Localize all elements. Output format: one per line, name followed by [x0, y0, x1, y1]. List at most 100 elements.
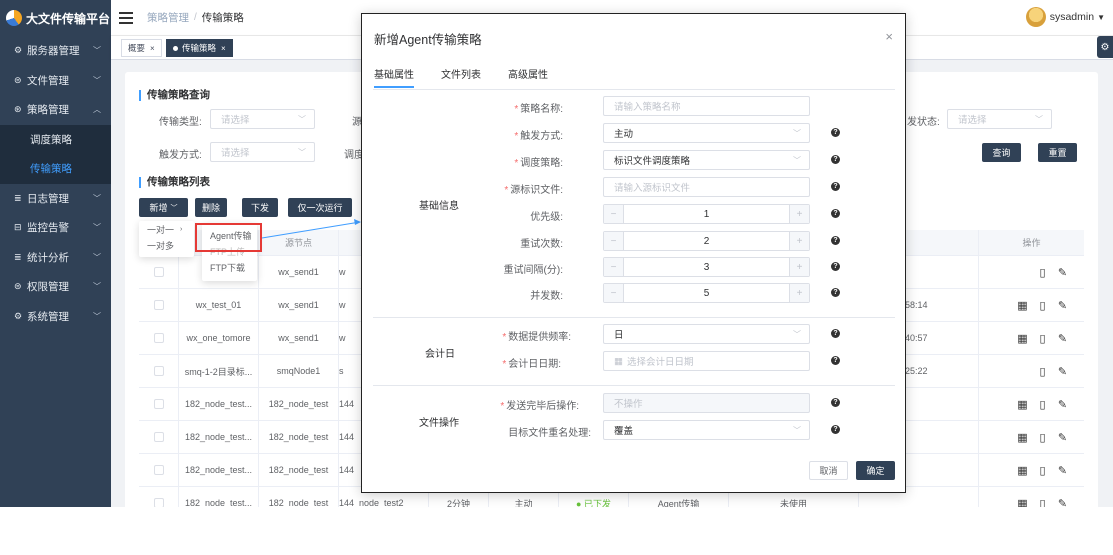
sidebar-item-stats[interactable]: ≣ 统计分析 ﹀ — [0, 243, 111, 273]
priority-stepper[interactable]: −1 + — [603, 204, 810, 224]
row-checkbox[interactable] — [153, 432, 164, 442]
help-icon[interactable]: ? — [831, 425, 840, 434]
app-logo[interactable]: 大文件传输平台 — [0, 0, 111, 36]
sidebar-item-schedule-policy[interactable]: 调度策略 — [0, 124, 111, 154]
rename-select[interactable]: 覆盖 ﹀ — [603, 420, 810, 440]
help-icon[interactable]: ? — [831, 236, 840, 245]
query-button[interactable]: 查询 — [982, 143, 1021, 162]
tab-file-list[interactable]: 文件列表 — [441, 66, 481, 88]
chevron-down-icon: ﹀ — [298, 115, 306, 124]
close-icon[interactable]: × — [885, 29, 893, 44]
user-menu[interactable]: sysadmin ▼ — [1025, 7, 1105, 27]
tag-overview[interactable]: 概要 × — [121, 39, 162, 57]
copy-icon[interactable]: ▯ — [1037, 398, 1048, 411]
sidebar-item-permission[interactable]: ⊜ 权限管理 ﹀ — [0, 272, 111, 302]
tag-transfer-policy[interactable]: 传输策略 × — [166, 39, 233, 57]
account-date-picker[interactable]: ▦ 选择会计日日期 — [603, 351, 810, 371]
minus-icon[interactable]: − — [604, 284, 624, 302]
calendar-icon[interactable]: ▦ — [1017, 332, 1028, 345]
dispatch-button[interactable]: 下发 — [242, 198, 278, 217]
help-icon[interactable]: ? — [831, 329, 840, 338]
edit-icon[interactable]: ✎ — [1057, 464, 1068, 477]
add-button[interactable]: 新增 ﹀ — [139, 198, 188, 217]
settings-gear-icon[interactable]: ⚙ — [1097, 36, 1113, 58]
concurrency-stepper[interactable]: −5 + — [603, 283, 810, 303]
hamburger-icon[interactable] — [119, 11, 133, 24]
retry-count-stepper[interactable]: −2 + — [603, 231, 810, 251]
copy-icon[interactable]: ▯ — [1037, 332, 1048, 345]
close-icon[interactable]: × — [150, 44, 155, 53]
sidebar-item-policy[interactable]: ⊛ 策略管理 ︿ — [0, 95, 111, 125]
copy-icon[interactable]: ▯ — [1037, 299, 1048, 312]
trigger-select[interactable]: 主动 ﹀ — [603, 123, 810, 143]
breadcrumb-parent[interactable]: 策略管理 — [147, 10, 189, 25]
help-icon[interactable]: ? — [831, 288, 840, 297]
help-icon[interactable]: ? — [831, 356, 840, 365]
reset-button[interactable]: 重置 — [1038, 143, 1077, 162]
delete-button[interactable]: 删除 — [195, 198, 227, 217]
help-icon[interactable]: ? — [831, 209, 840, 218]
copy-icon[interactable]: ▯ — [1037, 365, 1048, 378]
sidebar-item-transfer-policy[interactable]: 传输策略 — [0, 154, 111, 184]
sidebar-item-server[interactable]: ⚙ 服务器管理 ﹀ — [0, 36, 111, 66]
copy-icon[interactable]: ▯ — [1037, 266, 1048, 279]
edit-icon[interactable]: ✎ — [1057, 299, 1068, 312]
calendar-icon[interactable]: ▦ — [1017, 497, 1028, 508]
plus-icon[interactable]: + — [789, 232, 809, 250]
edit-icon[interactable]: ✎ — [1057, 398, 1068, 411]
minus-icon[interactable]: − — [604, 258, 624, 276]
copy-icon[interactable]: ▯ — [1037, 497, 1048, 508]
cancel-button[interactable]: 取消 — [809, 461, 848, 480]
frequency-select[interactable]: 日 ﹀ — [603, 324, 810, 344]
calendar-icon[interactable]: ▦ — [1017, 299, 1028, 312]
trigger-select[interactable]: 请选择 ﹀ — [210, 142, 315, 162]
edit-icon[interactable]: ✎ — [1057, 497, 1068, 508]
sidebar-item-monitor[interactable]: ⊟ 监控告警 ﹀ — [0, 213, 111, 243]
close-icon[interactable]: × — [221, 44, 226, 53]
row-checkbox[interactable] — [153, 498, 164, 507]
sidebar-item-system[interactable]: ⚙ 系统管理 ﹀ — [0, 302, 111, 332]
row-checkbox[interactable] — [153, 267, 164, 277]
run-once-button[interactable]: 仅一次运行 — [288, 198, 352, 217]
edit-icon[interactable]: ✎ — [1057, 365, 1068, 378]
row-checkbox[interactable] — [153, 300, 164, 310]
minus-icon[interactable]: − — [604, 205, 624, 223]
edit-icon[interactable]: ✎ — [1057, 332, 1068, 345]
help-icon[interactable]: ? — [831, 182, 840, 191]
schedule-select[interactable]: 标识文件调度策略 ﹀ — [603, 150, 810, 170]
calendar-icon[interactable]: ▦ — [1017, 431, 1028, 444]
plus-icon[interactable]: + — [789, 284, 809, 302]
minus-icon[interactable]: − — [604, 232, 624, 250]
source-flag-input[interactable]: 请输入源标识文件 — [603, 177, 810, 197]
confirm-button[interactable]: 确定 — [856, 461, 895, 480]
after-send-select[interactable]: 不操作 — [603, 393, 810, 413]
calendar-icon[interactable]: ▦ — [1017, 464, 1028, 477]
retry-interval-stepper[interactable]: −3 + — [603, 257, 810, 277]
concurrency-label: 并发数: — [530, 291, 563, 302]
menu-item-one-to-one[interactable]: 一对一 › — [139, 221, 194, 237]
row-checkbox[interactable] — [153, 366, 164, 376]
copy-icon[interactable]: ▯ — [1037, 431, 1048, 444]
plus-icon[interactable]: + — [789, 205, 809, 223]
row-checkbox[interactable] — [153, 465, 164, 475]
policy-name-input[interactable]: 请输入策略名称 — [603, 96, 810, 116]
help-icon[interactable]: ? — [831, 262, 840, 271]
menu-item-ftp-download[interactable]: FTP下载 — [202, 259, 257, 275]
help-icon[interactable]: ? — [831, 128, 840, 137]
row-checkbox[interactable] — [153, 333, 164, 343]
edit-icon[interactable]: ✎ — [1057, 266, 1068, 279]
sidebar-item-file[interactable]: ⊜ 文件管理 ﹀ — [0, 66, 111, 96]
sidebar-item-log[interactable]: ≣ 日志管理 ﹀ — [0, 184, 111, 214]
help-icon[interactable]: ? — [831, 398, 840, 407]
tab-advanced[interactable]: 高级属性 — [508, 66, 548, 88]
help-icon[interactable]: ? — [831, 155, 840, 164]
row-checkbox[interactable] — [153, 399, 164, 409]
calendar-icon[interactable]: ▦ — [1017, 398, 1028, 411]
copy-icon[interactable]: ▯ — [1037, 464, 1048, 477]
plus-icon[interactable]: + — [789, 258, 809, 276]
type-select[interactable]: 请选择 ﹀ — [210, 109, 315, 129]
menu-item-one-to-many[interactable]: 一对多 — [139, 237, 194, 253]
tab-basic[interactable]: 基础属性 — [374, 66, 414, 88]
edit-icon[interactable]: ✎ — [1057, 431, 1068, 444]
status-select[interactable]: 请选择 ﹀ — [947, 109, 1052, 129]
